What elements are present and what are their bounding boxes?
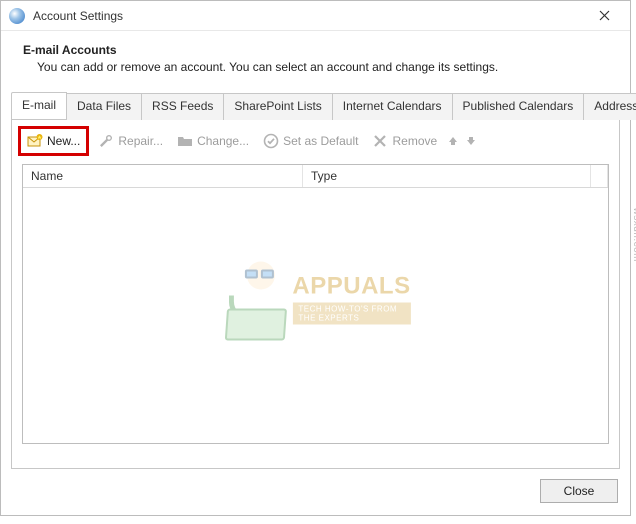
footer: Close <box>1 469 630 515</box>
tab-label: Address Books <box>594 99 636 113</box>
titlebar: Account Settings <box>1 1 630 31</box>
column-spacer <box>591 165 608 187</box>
tab-label: E-mail <box>22 98 56 112</box>
tab-label: SharePoint Lists <box>234 99 321 113</box>
close-icon <box>599 10 610 21</box>
column-header-type[interactable]: Type <box>303 165 591 187</box>
tab-panel: New... Repair... Change... Set as D <box>11 119 620 469</box>
watermark-tagline2: THE EXPERTS <box>298 313 359 322</box>
close-button-label: Close <box>564 484 595 498</box>
app-icon <box>9 8 25 24</box>
tab-label: Data Files <box>77 99 131 113</box>
close-window-button[interactable] <box>584 2 624 30</box>
tab-strip: E-mail Data Files RSS Feeds SharePoint L… <box>11 92 620 119</box>
repair-button[interactable]: Repair... <box>93 130 168 152</box>
new-button[interactable]: New... <box>22 130 85 152</box>
close-button[interactable]: Close <box>540 479 618 503</box>
side-watermark: wsxdn.com <box>632 207 636 262</box>
watermark: APPUALS TECH HOW-TO'S FROM THE EXPERTS <box>220 256 410 341</box>
remove-button-label: Remove <box>392 134 437 148</box>
change-button[interactable]: Change... <box>172 130 254 152</box>
header: E-mail Accounts You can add or remove an… <box>1 31 630 92</box>
envelope-new-icon <box>27 133 43 149</box>
window-title: Account Settings <box>33 9 584 23</box>
move-up-button[interactable] <box>446 134 460 148</box>
tab-rss-feeds[interactable]: RSS Feeds <box>141 93 224 120</box>
new-button-label: New... <box>47 134 80 148</box>
remove-button[interactable]: Remove <box>367 130 442 152</box>
tab-data-files[interactable]: Data Files <box>66 93 142 120</box>
folder-icon <box>177 133 193 149</box>
move-down-button[interactable] <box>464 134 478 148</box>
toolbar: New... Repair... Change... Set as D <box>12 120 619 160</box>
set-default-button-label: Set as Default <box>283 134 358 148</box>
tab-email[interactable]: E-mail <box>11 92 67 119</box>
repair-button-label: Repair... <box>118 134 163 148</box>
column-header-name[interactable]: Name <box>23 165 303 187</box>
account-settings-window: Account Settings E-mail Accounts You can… <box>0 0 631 516</box>
header-description: You can add or remove an account. You ca… <box>23 60 612 74</box>
change-button-label: Change... <box>197 134 249 148</box>
check-circle-icon <box>263 133 279 149</box>
watermark-tagline1: TECH HOW-TO'S FROM <box>298 304 397 313</box>
tab-internet-calendars[interactable]: Internet Calendars <box>332 93 453 120</box>
grid-header: Name Type <box>23 165 608 188</box>
tab-sharepoint-lists[interactable]: SharePoint Lists <box>223 93 332 120</box>
set-default-button[interactable]: Set as Default <box>258 130 363 152</box>
tab-label: Published Calendars <box>463 99 574 113</box>
watermark-figure-icon <box>220 256 290 341</box>
tab-address-books[interactable]: Address Books <box>583 93 636 120</box>
remove-x-icon <box>372 133 388 149</box>
tab-label: Internet Calendars <box>343 99 442 113</box>
header-title: E-mail Accounts <box>23 43 612 57</box>
tab-label: RSS Feeds <box>152 99 213 113</box>
accounts-grid: Name Type APPUALS TECH HOW-TO'S FROM THE… <box>22 164 609 444</box>
tab-published-calendars[interactable]: Published Calendars <box>452 93 585 120</box>
watermark-brand: APPUALS <box>292 272 410 300</box>
highlight-new-button: New... <box>18 126 89 156</box>
wrench-icon <box>98 133 114 149</box>
